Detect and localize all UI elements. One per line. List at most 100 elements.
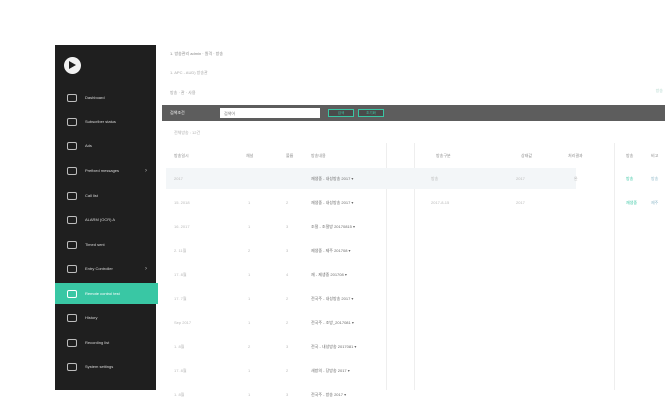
table-cell-content[interactable]: 재생중 - 내성방송 2017 ▾ [311, 200, 353, 206]
table-cell-vol: 2 [286, 200, 289, 205]
table-cell-vol: 3 [286, 392, 289, 397]
table-cell-date: 17. 7월 [174, 296, 187, 301]
chevron-right-icon: › [145, 265, 147, 272]
table-cell-vol: 3 [286, 344, 289, 349]
sidebar-item-6[interactable]: ALARM (OCR) A [55, 209, 156, 230]
header-right-note: 방송 [655, 88, 663, 93]
table-cell-date: 1. 8월 [174, 392, 185, 397]
table-cell-content[interactable]: 전국주 - 방송 2017 ▾ [311, 392, 346, 398]
chevron-right-icon: › [145, 167, 147, 174]
sidebar-item-12[interactable]: System settings [55, 356, 156, 377]
table-cell-ch: 1 [248, 320, 251, 325]
table-cell-date: 17. 8월 [174, 368, 187, 373]
alarm-icon [67, 215, 77, 224]
table-row[interactable]: 17. 7월 1 2 전국주 - 내성방송 2017 ▾ [166, 288, 576, 309]
table-cell-content[interactable]: 재생중 - 내성방송 2017 ▾ [311, 176, 353, 182]
recording-icon [67, 338, 77, 347]
search-bar: 검색조건 검색 초기화 [162, 105, 665, 121]
column-header[interactable]: 상태값 [521, 153, 532, 159]
table-row[interactable]: 1. 8월 1 3 전국주 - 방송 2017 ▾ [166, 384, 576, 405]
table-cell-content[interactable]: 조절 - 조절방 20170815 ▾ [311, 224, 355, 230]
column-header[interactable]: 채널 [246, 153, 253, 159]
sidebar-item-11[interactable]: Recording list [55, 332, 156, 353]
sidebar-item-label: Entry Controller [85, 266, 113, 271]
detail-cell-type: 방송 [431, 176, 439, 181]
table-cell-date: Sep 2017 [174, 320, 192, 325]
call-list-icon [67, 191, 77, 200]
right-panel-link[interactable]: 재생중 [626, 200, 637, 206]
megaphone-logo-icon [64, 57, 81, 74]
table-cell-vol: 3 [286, 224, 289, 229]
sidebar-item-label: Dashboard [85, 95, 105, 100]
timer-icon [67, 240, 77, 249]
sidebar-item-8[interactable]: Entry Controller › [55, 258, 156, 279]
sidebar-item-7[interactable]: Timed sent [55, 234, 156, 255]
detail-cell-result: 완 [574, 176, 578, 181]
column-header[interactable]: 처리결과 [568, 153, 583, 159]
column-header[interactable]: 방송내용 [311, 153, 326, 159]
main-content: 1. 방송관리 admin · 원격 · 방송 1. APC - AUD) 방송… [156, 45, 665, 397]
table-cell-content[interactable]: 전국주 - 내성방송 2017 ▾ [311, 296, 353, 302]
remote-control-icon [67, 289, 77, 298]
sidebar-item-label: History [85, 315, 98, 320]
ads-icon [67, 141, 77, 150]
table-cell-ch: 1 [248, 224, 251, 229]
table-cell-vol: 2 [286, 320, 289, 325]
sidebar: Dashboard Subscriber status Ads Prefixed me… [55, 45, 158, 390]
search-button[interactable]: 검색 [328, 109, 354, 117]
table-row[interactable]: 2017 재생중 - 내성방송 2017 ▾ [166, 168, 576, 189]
table-cell-date: 1. 8월 [174, 344, 185, 349]
sidebar-item-3[interactable]: Ads [55, 135, 156, 156]
table-cell-date: 2. 11월 [174, 248, 187, 253]
right-panel-link[interactable]: 방송 [626, 176, 633, 182]
sidebar-item-label: Subscriber status [85, 119, 116, 124]
table-row[interactable]: 17. 8월 1 4 재 - 제생중 201708 ▾ [166, 264, 576, 285]
table-cell-date: 17. 8월 [174, 272, 187, 277]
sidebar-item-2[interactable]: Subscriber status [55, 111, 156, 132]
table-row[interactable]: 1. 8월 2 3 전국 - 내성방송 2017081 ▾ [166, 336, 576, 357]
sidebar-item-label: Prefixed messages [85, 168, 120, 173]
table-cell-ch: 1 [248, 296, 251, 301]
sidebar-item-label: ALARM (OCR) A [85, 217, 116, 222]
table-cell-date: 15. 2018 [174, 200, 190, 205]
sidebar-item-5[interactable]: Call list [55, 185, 156, 206]
table-cell-date: 16. 2017 [174, 224, 190, 229]
table-row[interactable]: 2. 11월 2 3 제생중 - 제주 201708 ▾ [166, 240, 576, 261]
tab-strip[interactable]: 방송 · 관 · 사용 [170, 90, 196, 96]
table-cell-content[interactable]: 전국 - 내성방송 2017081 ▾ [311, 344, 356, 350]
table-cell-content[interactable]: 전국주 - 조방_2017081 ▾ [311, 320, 354, 326]
right-panel-link[interactable]: 제주 [651, 200, 658, 206]
sidebar-item-label: Recording list [85, 340, 110, 345]
table-cell-vol: 3 [286, 248, 289, 253]
table-row[interactable]: 16. 2017 1 3 조절 - 조절방 20170815 ▾ [166, 216, 576, 237]
breadcrumb: 1. 방송관리 admin · 원격 · 방송 [170, 51, 224, 56]
table-row[interactable]: 15. 2018 1 2 재생중 - 내성방송 2017 ▾ [166, 192, 576, 213]
column-header[interactable]: 볼륨 [286, 153, 293, 159]
reset-button[interactable]: 초기화 [358, 109, 384, 117]
table-cell-ch: 1 [248, 392, 251, 397]
sidebar-item-10[interactable]: History [55, 307, 156, 328]
column-header[interactable]: 방송일시 [174, 153, 189, 159]
entry-icon [67, 264, 77, 273]
table-cell-ch: 1 [248, 200, 251, 205]
column-header[interactable]: 방송구분 [436, 153, 451, 159]
table-cell-content[interactable]: 제생중 - 제주 201708 ▾ [311, 248, 351, 254]
detail-cell-status: 2017 [516, 200, 525, 205]
sidebar-item-9[interactable]: Remote control test [55, 283, 158, 304]
detail-cell-type: 2017-8-15 [431, 200, 450, 205]
sidebar-item-4[interactable]: Prefixed messages › [55, 160, 156, 181]
column-header[interactable]: 비고 [651, 153, 658, 159]
table-cell-content[interactable]: 새방의 - 당방송 2017 ▾ [311, 368, 350, 374]
search-input[interactable] [220, 108, 320, 118]
right-panel-link[interactable]: 방송 [651, 176, 658, 182]
sidebar-item-label: Timed sent [85, 242, 105, 247]
table-cell-content[interactable]: 재 - 제생중 201708 ▾ [311, 272, 347, 278]
sidebar-item-1[interactable]: Dashboard [55, 87, 156, 108]
table-cell-vol: 4 [286, 272, 289, 277]
column-header[interactable]: 방송 [626, 153, 633, 159]
table-row[interactable]: Sep 2017 1 2 전국주 - 조방_2017081 ▾ [166, 312, 576, 333]
table-cell-vol: 2 [286, 368, 289, 373]
table-row[interactable]: 17. 8월 1 2 새방의 - 당방송 2017 ▾ [166, 360, 576, 381]
detail-cell-status: 2017 [516, 176, 525, 181]
sidebar-item-label: Remote control test [85, 291, 120, 296]
